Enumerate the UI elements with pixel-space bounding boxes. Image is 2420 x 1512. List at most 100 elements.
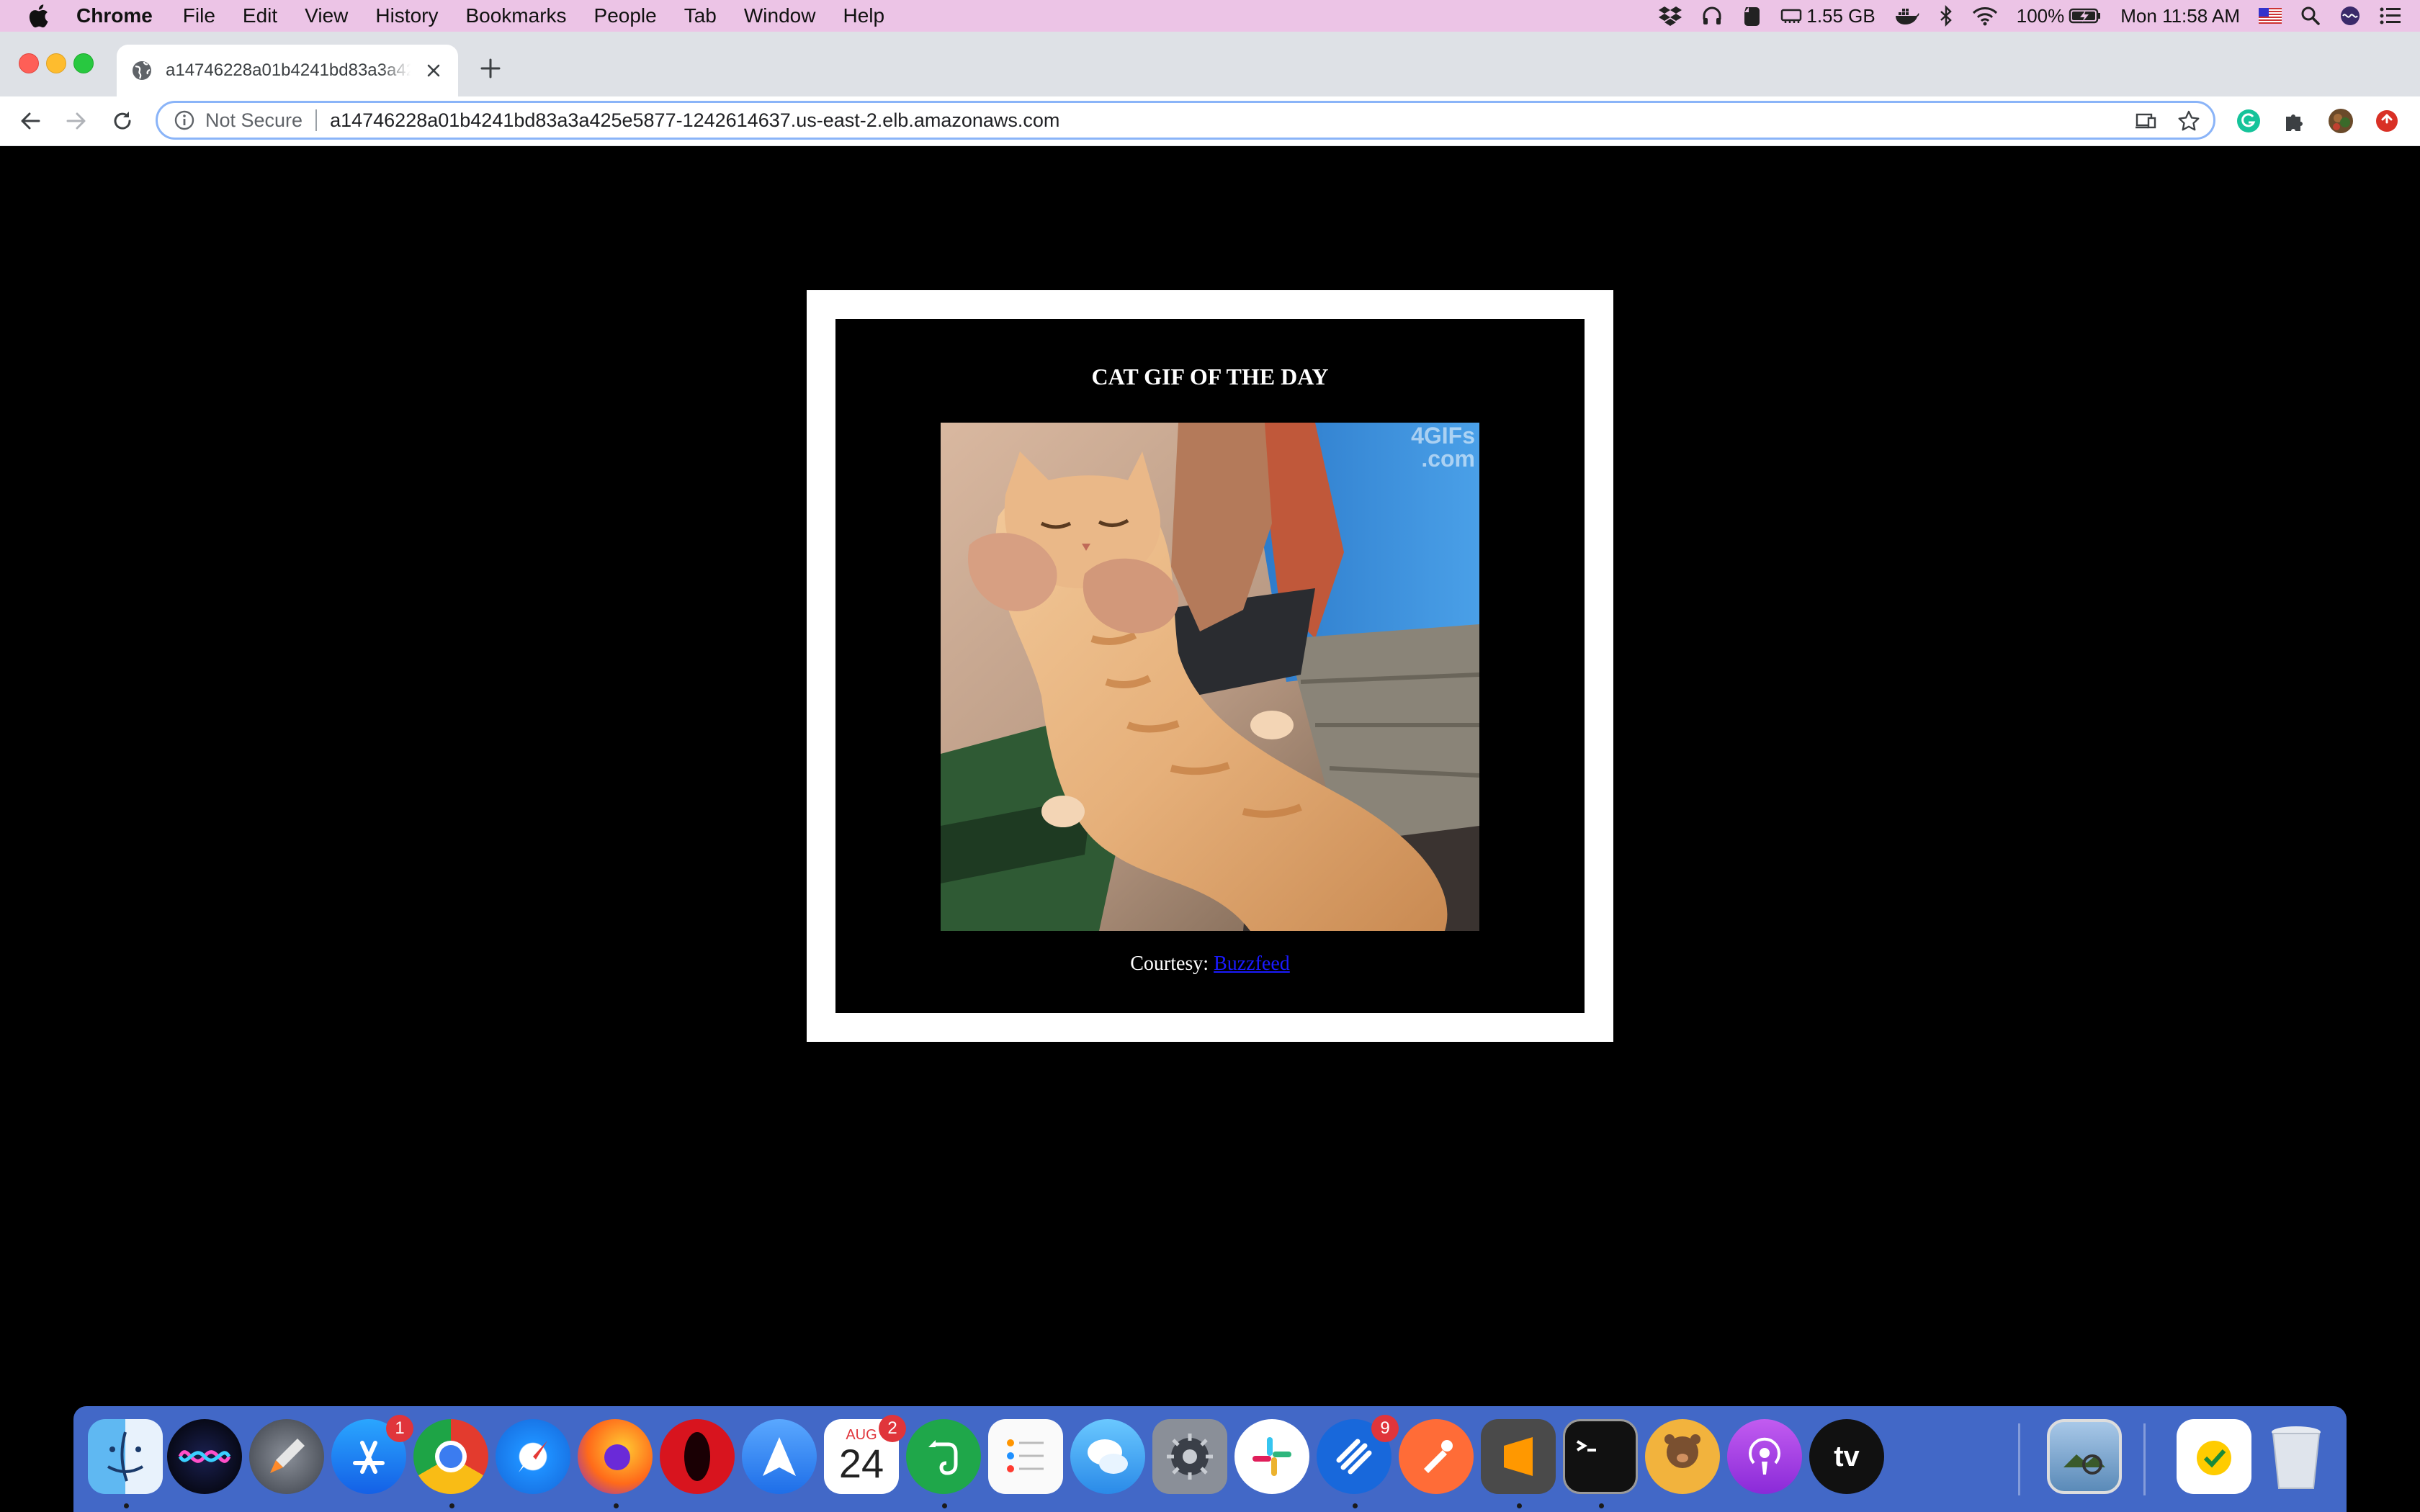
calendar-icon[interactable]: AUG 24 2 xyxy=(824,1415,906,1494)
opera-icon[interactable] xyxy=(660,1419,735,1494)
postman-icon[interactable] xyxy=(1399,1419,1474,1494)
window-close-button[interactable] xyxy=(19,53,39,73)
window-minimize-button[interactable] xyxy=(46,53,66,73)
chrome-icon[interactable] xyxy=(413,1419,488,1494)
profile-avatar[interactable] xyxy=(2328,108,2354,134)
update-alert-icon[interactable] xyxy=(2374,108,2400,134)
battery-icon xyxy=(2069,8,2101,24)
app-store-badge: 1 xyxy=(386,1415,413,1442)
calendar-day: 24 xyxy=(838,1440,884,1486)
gif-card: CAT GIF OF THE DAY 4GIFs .com Courtesy: … xyxy=(835,319,1585,1013)
page-title: CAT GIF OF THE DAY xyxy=(1091,364,1329,390)
reminders-icon[interactable] xyxy=(988,1419,1063,1494)
finder-icon[interactable] xyxy=(88,1419,163,1494)
running-indicator xyxy=(124,1503,129,1508)
watermark-line-2: .com xyxy=(1421,446,1475,472)
evernote-icon[interactable] xyxy=(906,1419,981,1494)
siri-menubar-icon[interactable] xyxy=(2339,5,2361,27)
status-area: 1.55 GB 100% Mon 11:58 AM xyxy=(1658,0,2420,32)
dock-separator xyxy=(2018,1423,2020,1495)
cat-gif-image: 4GIFs .com xyxy=(941,423,1479,931)
running-indicator xyxy=(1599,1503,1604,1508)
sublime-text-icon[interactable] xyxy=(1481,1419,1556,1494)
notification-center-icon[interactable] xyxy=(2380,6,2401,25)
apple-tv-icon[interactable]: tv xyxy=(1809,1419,1884,1494)
bear-icon[interactable] xyxy=(1645,1419,1720,1494)
spotlight-search-icon[interactable] xyxy=(2300,6,2321,26)
address-separator xyxy=(315,109,318,131)
menu-people[interactable]: People xyxy=(594,4,657,27)
apple-tv-label: tv xyxy=(1834,1440,1860,1472)
jira-icon[interactable]: 9 xyxy=(1317,1415,1399,1494)
trash-icon[interactable] xyxy=(2259,1419,2334,1494)
menu-bookmarks[interactable]: Bookmarks xyxy=(465,4,566,27)
slack-icon[interactable] xyxy=(1234,1419,1309,1494)
close-tab-icon[interactable] xyxy=(424,60,444,81)
gif-card-border: CAT GIF OF THE DAY 4GIFs .com Courtesy: … xyxy=(807,290,1613,1042)
evernote-status-icon[interactable] xyxy=(1742,5,1762,27)
bluetooth-icon[interactable] xyxy=(1939,5,1953,27)
spark-icon[interactable] xyxy=(742,1419,817,1494)
app-store-icon[interactable]: 1 xyxy=(331,1415,413,1494)
window-fullscreen-button[interactable] xyxy=(73,53,94,73)
menubar-clock[interactable]: Mon 11:58 AM xyxy=(2120,5,2240,27)
menu-history[interactable]: History xyxy=(375,4,438,27)
podcasts-icon[interactable] xyxy=(1727,1419,1802,1494)
dropbox-icon[interactable] xyxy=(1658,5,1682,27)
new-tab-icon[interactable] xyxy=(478,56,503,81)
menu-help[interactable]: Help xyxy=(843,4,884,27)
running-indicator xyxy=(614,1503,619,1508)
battery-status[interactable]: 100% xyxy=(2017,5,2102,27)
safari-icon[interactable] xyxy=(496,1419,570,1494)
docker-icon[interactable] xyxy=(1894,6,1920,26)
running-indicator xyxy=(942,1503,947,1508)
calendar-badge: 2 xyxy=(879,1415,906,1442)
running-indicator xyxy=(1353,1503,1358,1508)
forward-arrow-icon[interactable] xyxy=(63,108,89,134)
watermark-line-1: 4GIFs xyxy=(1411,423,1475,449)
url-text[interactable]: a14746228a01b4241bd83a3a425e5877-1242614… xyxy=(330,109,1059,132)
preview-icon[interactable] xyxy=(2047,1419,2122,1494)
menu-view[interactable]: View xyxy=(305,4,348,27)
menu-app-name[interactable]: Chrome xyxy=(76,4,153,27)
running-indicator xyxy=(1517,1503,1522,1508)
terminal-icon[interactable] xyxy=(1563,1419,1638,1494)
messages-icon[interactable] xyxy=(1070,1419,1145,1494)
courtesy-line: Courtesy: Buzzfeed xyxy=(835,953,1585,976)
globe-icon xyxy=(133,61,151,80)
reload-icon[interactable] xyxy=(109,108,135,134)
launchpad-icon[interactable] xyxy=(249,1419,324,1494)
wifi-icon[interactable] xyxy=(1972,6,1998,26)
tab-strip: a14746228a01b4241bd83a3a425e5877-1242614… xyxy=(0,32,2420,96)
extensions-puzzle-icon[interactable] xyxy=(2282,108,2308,134)
apple-logo-icon[interactable] xyxy=(27,4,49,28)
cast-device-icon[interactable] xyxy=(2134,109,2157,132)
web-page: CAT GIF OF THE DAY 4GIFs .com Courtesy: … xyxy=(0,146,2420,1406)
menu-edit[interactable]: Edit xyxy=(243,4,277,27)
menu-tab[interactable]: Tab xyxy=(684,4,717,27)
active-tab[interactable]: a14746228a01b4241bd83a3a425e5877-1242614… xyxy=(117,45,458,96)
browser-toolbar: Not Secure a14746228a01b4241bd83a3a425e5… xyxy=(0,96,2420,146)
bookmark-star-icon[interactable] xyxy=(2177,109,2200,132)
headphones-icon[interactable] xyxy=(1701,5,1723,27)
document-icon[interactable] xyxy=(2177,1419,2251,1494)
battery-label: 100% xyxy=(2016,4,2065,27)
us-flag-icon[interactable] xyxy=(2259,8,2282,24)
info-icon[interactable] xyxy=(174,109,195,131)
running-indicator xyxy=(449,1503,454,1508)
menu-window[interactable]: Window xyxy=(744,4,816,27)
memory-monitor[interactable]: 1.55 GB xyxy=(1780,4,1876,27)
firefox-icon[interactable] xyxy=(578,1419,653,1494)
security-status-label[interactable]: Not Secure xyxy=(205,109,302,132)
grammarly-extension-icon[interactable] xyxy=(2236,108,2262,134)
memory-label: 1.55 GB xyxy=(1806,4,1876,27)
menu-file[interactable]: File xyxy=(183,4,215,27)
tab-title: a14746228a01b4241bd83a3a425e5877-1242614… xyxy=(166,60,411,80)
system-preferences-icon[interactable] xyxy=(1152,1419,1227,1494)
gif-watermark: 4GIFs .com xyxy=(1411,424,1475,470)
address-bar[interactable]: Not Secure a14746228a01b4241bd83a3a425e5… xyxy=(156,101,2215,140)
buzzfeed-link[interactable]: Buzzfeed xyxy=(1214,953,1290,975)
courtesy-label: Courtesy: xyxy=(1130,953,1209,975)
siri-icon[interactable] xyxy=(167,1419,242,1494)
back-arrow-icon[interactable] xyxy=(17,108,43,134)
